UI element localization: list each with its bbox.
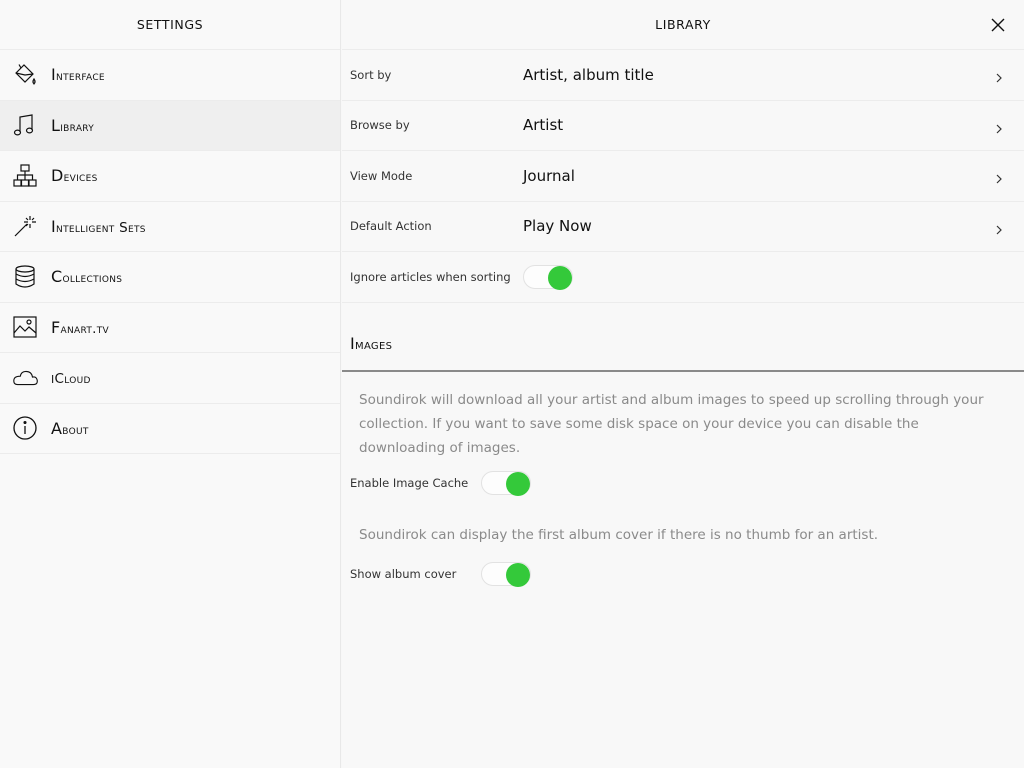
image-icon (11, 313, 39, 341)
close-icon[interactable] (988, 15, 1008, 35)
section-title: Images (350, 333, 393, 353)
network-icon (11, 162, 39, 190)
library-panel: LIBRARY Sort by Artist, album title Brow… (342, 0, 1024, 768)
magic-wand-icon (11, 212, 39, 240)
toggle-knob (506, 562, 530, 587)
toggle-knob (548, 265, 572, 290)
sidebar-item-label: Devices (51, 166, 98, 186)
row-label: Default Action (350, 219, 432, 234)
sidebar-title: Settings (0, 0, 340, 50)
sort-by-row[interactable]: Sort by Artist, album title (342, 50, 1024, 101)
page-title: LIBRARY (655, 17, 711, 32)
toggle-knob (506, 471, 530, 496)
chevron-right-icon (994, 120, 1004, 133)
image-cache-description: Soundirok will download all your artist … (359, 391, 984, 456)
sidebar-item-devices[interactable]: Devices (0, 151, 340, 202)
row-value: Artist (523, 116, 564, 135)
row-label: Enable Image Cache (350, 475, 469, 490)
info-icon (11, 414, 39, 442)
chevron-right-icon (994, 170, 1004, 184)
music-note-icon (11, 111, 39, 139)
settings-sidebar: Settings Interface Library (0, 0, 341, 768)
image-cache-toggle[interactable] (481, 470, 531, 496)
sidebar-item-label: Fanart.tv (51, 317, 110, 337)
view-mode-row[interactable]: View Mode Journal (342, 151, 1024, 202)
sidebar-item-label: Interface (51, 65, 105, 85)
sidebar-item-icloud[interactable]: iCloud (0, 353, 340, 404)
row-value: Play Now (523, 217, 592, 236)
sidebar-item-label: Library (51, 115, 95, 135)
album-cover-description: Soundirok can display the first album co… (359, 526, 879, 543)
sidebar-item-label: iCloud (51, 368, 91, 388)
sidebar-item-intelligent-sets[interactable]: Intelligent Sets (0, 202, 340, 252)
sidebar-title-text: Settings (136, 17, 204, 32)
sidebar-item-label: Collections (51, 267, 123, 287)
database-icon (11, 263, 39, 291)
sidebar-item-interface[interactable]: Interface (0, 50, 340, 101)
row-label: View Mode (350, 168, 413, 183)
row-label: Sort by (350, 67, 392, 82)
sidebar-item-label: About (51, 418, 89, 438)
sidebar-item-label: Intelligent Sets (51, 216, 146, 236)
row-value: Artist, album title (523, 65, 654, 84)
sidebar-item-library[interactable]: Library (0, 100, 340, 151)
row-value: Journal (523, 166, 575, 185)
album-cover-row: Show album cover (342, 561, 1024, 587)
chevron-right-icon (994, 221, 1004, 234)
browse-by-row[interactable]: Browse by Artist (342, 101, 1024, 151)
album-cover-toggle[interactable] (481, 561, 531, 587)
row-label: Browse by (350, 118, 410, 133)
panel-header: LIBRARY (342, 0, 1024, 50)
image-cache-row: Enable Image Cache (342, 470, 1024, 496)
paint-bucket-icon (11, 61, 39, 89)
default-action-row[interactable]: Default Action Play Now (342, 202, 1024, 252)
sidebar-item-collections[interactable]: Collections (0, 252, 340, 303)
chevron-right-icon (994, 69, 1004, 83)
sidebar-item-fanart[interactable]: Fanart.tv (0, 303, 340, 353)
images-section-heading: Images (342, 303, 1024, 372)
sidebar-item-about[interactable]: About (0, 404, 340, 454)
ignore-articles-toggle[interactable] (523, 264, 573, 290)
ignore-articles-row: Ignore articles when sorting (342, 252, 1024, 303)
row-label: Ignore articles when sorting (350, 269, 511, 284)
cloud-icon (11, 364, 39, 392)
row-label: Show album cover (350, 566, 457, 581)
